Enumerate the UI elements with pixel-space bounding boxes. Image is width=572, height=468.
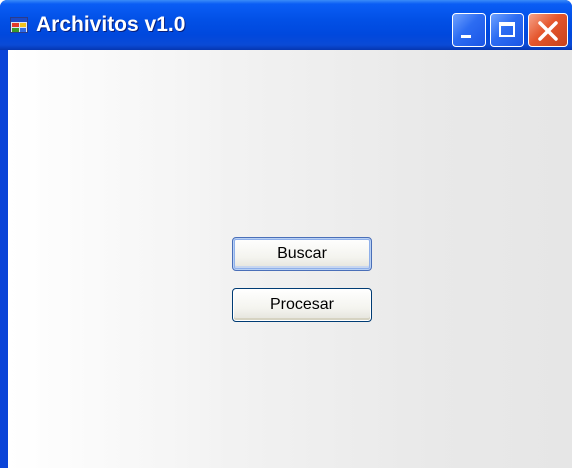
form-client-area: Buscar Procesar <box>8 50 572 468</box>
buscar-button[interactable]: Buscar <box>232 237 372 271</box>
window-title: Archivitos v1.0 <box>36 13 186 36</box>
procesar-button[interactable]: Procesar <box>232 288 372 322</box>
app-window-icon[interactable] <box>10 17 28 33</box>
close-button[interactable] <box>528 13 568 47</box>
title-bar[interactable]: Archivitos v1.0 <box>0 0 572 50</box>
minimize-button[interactable] <box>452 13 486 47</box>
close-icon <box>538 21 558 41</box>
app-window: Archivitos v1.0 Buscar Procesar <box>0 0 572 468</box>
maximize-button[interactable] <box>490 13 524 47</box>
maximize-icon <box>499 22 515 37</box>
minimize-icon <box>461 35 471 38</box>
